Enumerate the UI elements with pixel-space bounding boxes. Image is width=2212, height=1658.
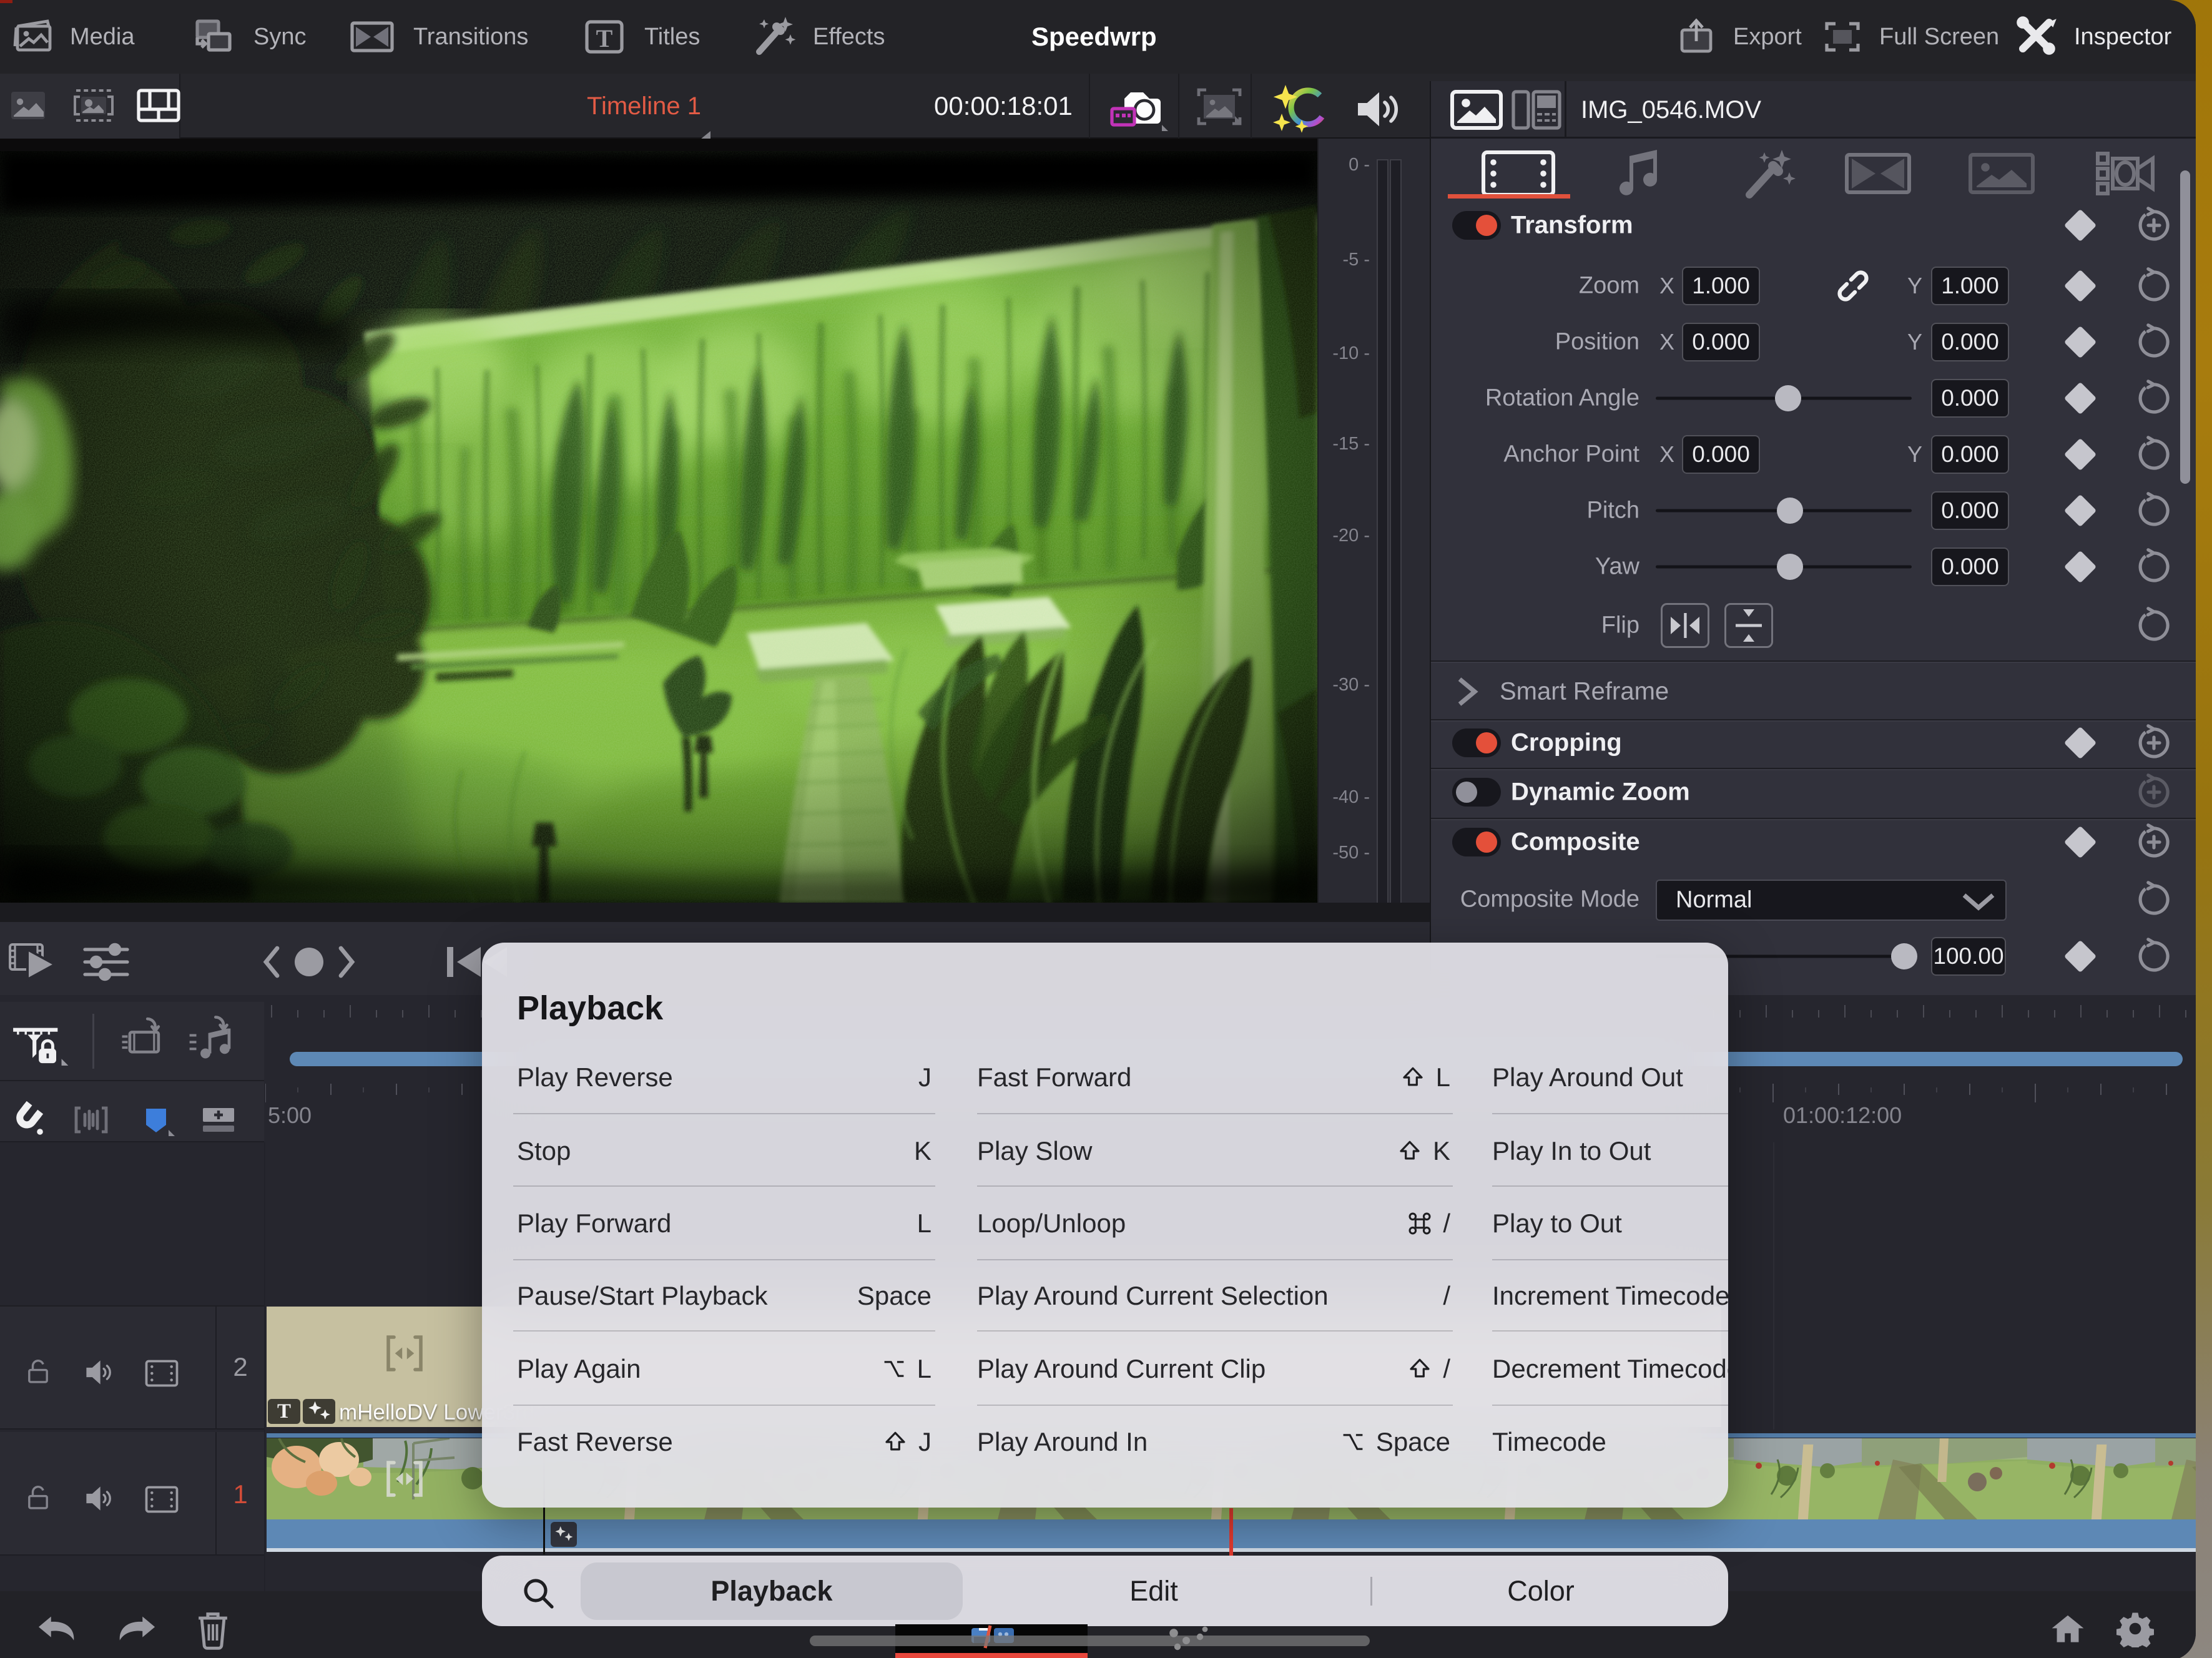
svg-text:T: T	[596, 24, 613, 52]
